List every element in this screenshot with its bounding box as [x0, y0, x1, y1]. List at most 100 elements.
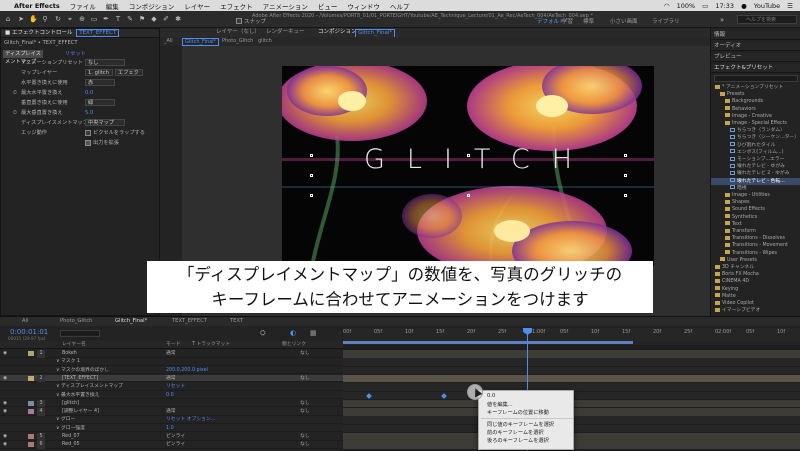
property-row[interactable]: ∨ グロー強度 1.0: [0, 425, 343, 433]
layer-handle[interactable]: [624, 174, 627, 177]
map-layer-source-dropdown[interactable]: エフェク: [115, 69, 143, 76]
preset-folder[interactable]: Backgrounds: [711, 98, 800, 105]
blend-mode-dropdown[interactable]: ピンライ: [166, 441, 185, 449]
ctx-goto-keyframe[interactable]: キーフレームの位置に移動: [487, 409, 549, 416]
property-row[interactable]: ∨ マスクの境界のぼかし 200.0,200.0 pixel: [0, 367, 343, 375]
hand-tool-icon[interactable]: ✋: [29, 15, 38, 23]
brush-tool-icon[interactable]: ✎: [126, 15, 134, 23]
visibility-eye-icon[interactable]: ◉: [3, 433, 7, 441]
layer-row[interactable]: ◉ 1 Bokeh 通常 なし: [0, 350, 343, 358]
layer-handle[interactable]: [624, 194, 627, 197]
layer-handle[interactable]: [467, 154, 470, 157]
preview-panel-header[interactable]: プレビュー: [711, 53, 800, 62]
effects-presets-header[interactable]: エフェクト&プリセット: [711, 64, 800, 73]
timeline-tab-text-effect[interactable]: TEXT_EFFECT: [172, 317, 207, 326]
preset-folder[interactable]: CINEMA 4D: [711, 278, 800, 285]
rotate-tool-icon[interactable]: ↻: [54, 15, 62, 23]
workspace-small-screen[interactable]: 小さい画面: [610, 17, 638, 25]
stopwatch-icon[interactable]: ⏱: [13, 89, 17, 97]
crumb-all[interactable]: _All: [164, 37, 173, 46]
preset-folder[interactable]: Image - Creative: [711, 113, 800, 120]
menu-list-icon[interactable]: ☰: [787, 2, 793, 10]
preset-effect[interactable]: 壊れたテレビ - ゆがみ: [711, 163, 800, 170]
timeline-tab-glitch-final[interactable]: Glitch_Final*: [115, 317, 147, 326]
layer-name[interactable]: Red_07: [62, 433, 80, 441]
layer-label-color[interactable]: [28, 434, 34, 439]
layer-label-color[interactable]: [28, 375, 34, 381]
time-ruler[interactable]: 00f 05f 10f 15f 20f 25f 01:00f 05f 10f 15f 20f 25f 0…: [343, 328, 800, 342]
preset-effect[interactable]: 暗視: [711, 185, 800, 192]
stopwatch-icon[interactable]: ⏱: [13, 109, 17, 117]
layer-row[interactable]: ◉ 3 [glitch] なし: [0, 399, 343, 408]
layer-row[interactable]: ◉ 2 [TEXT_EFFECT] 通常 なし: [0, 374, 343, 383]
expand-output-checkbox[interactable]: [85, 140, 91, 146]
parent-dropdown[interactable]: なし: [300, 408, 310, 416]
layer-name[interactable]: ∨ グロー強度: [56, 425, 85, 433]
info-panel-header[interactable]: 情報: [711, 31, 800, 40]
col-track-matte[interactable]: T トラックマット: [192, 341, 230, 349]
displacement-behavior-dropdown[interactable]: 中央マップ: [85, 119, 125, 126]
preset-effect[interactable]: エンボス(フィルム...): [711, 149, 800, 156]
preset-effect[interactable]: 壊れたテレビ 2 - ゆがみ: [711, 170, 800, 177]
snap-checkbox[interactable]: [236, 18, 242, 24]
layer-viewer-tab[interactable]: レイヤー（なし）: [216, 28, 260, 37]
audio-panel-header[interactable]: オーディオ: [711, 42, 800, 51]
menu-view[interactable]: ビュー: [318, 1, 338, 11]
puppet-tool-icon[interactable]: ✱: [174, 15, 182, 23]
wifi-icon[interactable]: ◠: [664, 2, 670, 10]
pan-behind-tool-icon[interactable]: ⊕: [78, 15, 86, 23]
property-value[interactable]: 0.0: [166, 392, 174, 400]
layer-name[interactable]: ∨ グロー: [56, 416, 75, 424]
preset-folder[interactable]: Transitions - Movement: [711, 242, 800, 249]
property-row[interactable]: ∨ マスク 1: [0, 358, 343, 366]
layer-name[interactable]: [TEXT_EFFECT]: [62, 375, 98, 383]
layer-handle[interactable]: [310, 174, 313, 177]
preset-effect[interactable]: ちらつき（ランダム）: [711, 127, 800, 134]
timeline-tab-photo-glitch[interactable]: Photo_Glitch: [60, 317, 92, 326]
work-area-bar[interactable]: [343, 341, 633, 344]
preset-folder[interactable]: Transform: [711, 228, 800, 235]
preset-folder[interactable]: Shapes: [711, 199, 800, 206]
effects-search-input[interactable]: [714, 75, 798, 82]
vertical-use-dropdown[interactable]: 緑: [85, 99, 115, 106]
preset-folder[interactable]: Transitions - Dissolves: [711, 235, 800, 242]
current-time-display[interactable]: 0:00:01:01: [10, 328, 48, 336]
parent-dropdown[interactable]: なし: [300, 441, 310, 449]
parent-dropdown[interactable]: なし: [300, 350, 310, 358]
timeline-tab-all[interactable]: All: [22, 317, 28, 326]
app-menu[interactable]: After Effects: [14, 2, 60, 10]
col-mode[interactable]: モード: [166, 341, 180, 349]
preset-effect[interactable]: ちらつき（シーケン...ター）: [711, 134, 800, 141]
parent-dropdown[interactable]: なし: [300, 375, 310, 383]
col-layer-name[interactable]: レイヤー名: [62, 341, 86, 349]
layer-name[interactable]: Bokeh: [62, 350, 77, 358]
preset-folder[interactable]: Text: [711, 221, 800, 228]
layer-track-bar[interactable]: [343, 358, 800, 366]
workspace-libraries[interactable]: ライブラリ: [652, 17, 680, 25]
selection-tool-icon[interactable]: ➤: [17, 15, 25, 23]
preset-dropdown[interactable]: なし: [85, 59, 125, 66]
blend-mode-dropdown[interactable]: 通常: [166, 375, 176, 383]
stamp-tool-icon[interactable]: ⚑: [138, 15, 146, 23]
user-icon[interactable]: ●: [741, 2, 747, 10]
home-icon[interactable]: ⌂: [4, 15, 12, 23]
preset-effect[interactable]: ひび割れたタイル: [711, 142, 800, 149]
preset-folder[interactable]: Behaviors: [711, 106, 800, 113]
visibility-eye-icon[interactable]: ◉: [3, 408, 7, 416]
snap-toggle[interactable]: スナップ: [236, 17, 266, 25]
ctx-select-previous-keys[interactable]: 前のキーフレームを選択: [487, 429, 544, 436]
layer-name[interactable]: ∨ 最大水平置き換え: [56, 392, 99, 400]
preset-folder[interactable]: Boris FX Mocha: [711, 271, 800, 278]
visibility-eye-icon[interactable]: ◉: [3, 375, 7, 383]
motion-blur-icon[interactable]: ◐: [290, 329, 296, 337]
help-search-input[interactable]: ヘルプを検索: [737, 15, 797, 24]
preset-folder[interactable]: Image - Special Effects: [711, 120, 800, 127]
effect-reset-link[interactable]: リセット: [65, 50, 86, 58]
preset-folder[interactable]: イマーシブビデオ: [711, 307, 800, 314]
roto-tool-icon[interactable]: ✐: [162, 15, 170, 23]
visibility-eye-icon[interactable]: ◉: [3, 350, 7, 358]
workspace-overflow-icon[interactable]: »: [718, 16, 726, 24]
account-label[interactable]: YouTube: [754, 2, 780, 10]
eraser-tool-icon[interactable]: ◆: [150, 15, 158, 23]
preset-effect[interactable]: モーションブ...エラー: [711, 156, 800, 163]
